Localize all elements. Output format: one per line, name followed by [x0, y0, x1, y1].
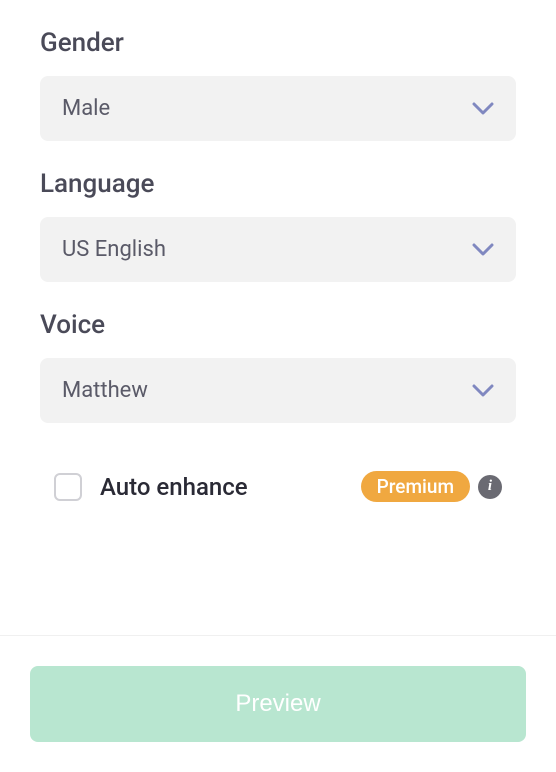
auto-enhance-checkbox[interactable] — [54, 473, 82, 501]
language-select[interactable]: US English — [40, 217, 516, 282]
info-icon[interactable]: i — [478, 475, 502, 499]
preview-button[interactable]: Preview — [30, 666, 526, 742]
gender-select[interactable]: Male — [40, 76, 516, 141]
premium-badge-group: Premium i — [361, 471, 502, 502]
voice-field-group: Voice Matthew — [40, 310, 516, 423]
language-select-value: US English — [62, 237, 166, 262]
gender-label: Gender — [40, 28, 516, 58]
voice-settings-form: Gender Male Language US English Voice Ma… — [0, 0, 556, 542]
chevron-down-icon — [472, 243, 494, 257]
footer-bar: Preview — [0, 635, 556, 772]
voice-select-value: Matthew — [62, 378, 148, 403]
voice-label: Voice — [40, 310, 516, 340]
language-label: Language — [40, 169, 516, 199]
language-field-group: Language US English — [40, 169, 516, 282]
auto-enhance-label: Auto enhance — [100, 473, 343, 501]
chevron-down-icon — [472, 384, 494, 398]
gender-select-value: Male — [62, 96, 110, 121]
gender-field-group: Gender Male — [40, 28, 516, 141]
auto-enhance-row: Auto enhance Premium i — [40, 451, 516, 522]
premium-badge: Premium — [361, 471, 470, 502]
chevron-down-icon — [472, 102, 494, 116]
voice-select[interactable]: Matthew — [40, 358, 516, 423]
